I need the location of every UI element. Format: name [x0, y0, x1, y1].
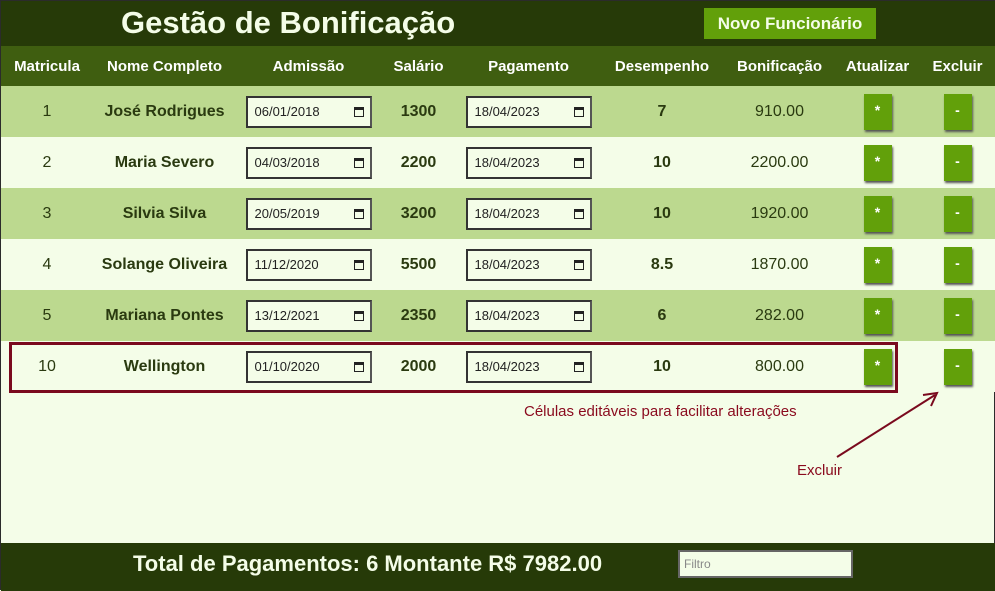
filter-input[interactable]	[678, 550, 853, 578]
total-summary: Total de Pagamentos: 6 Montante R$ 7982.…	[133, 551, 603, 576]
annotation-arrow-icon	[836, 391, 939, 458]
footer: Total de Pagamentos: 6 Montante R$ 7982.…	[1, 543, 995, 591]
